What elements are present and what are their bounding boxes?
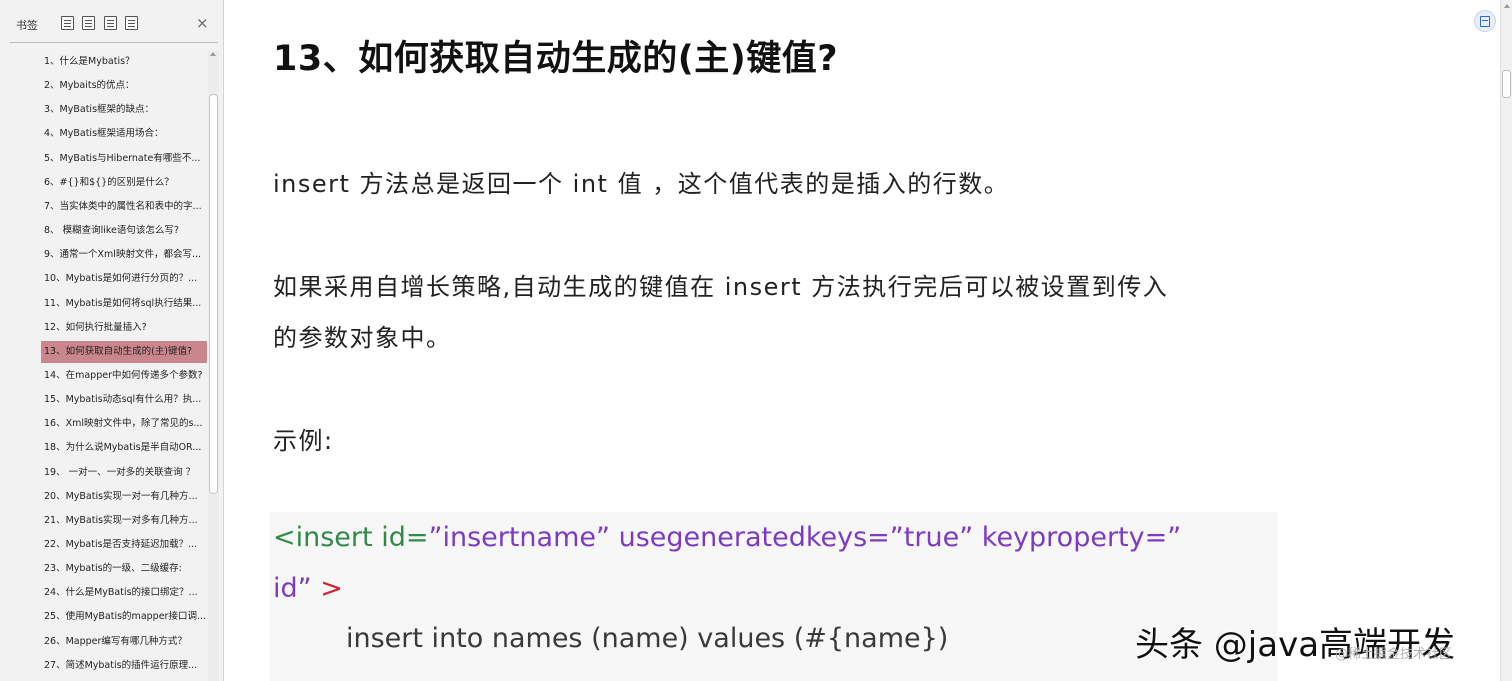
code-token-value-true: ”true” [889,522,974,553]
code-token-attr-keyproperty: keyproperty= [973,522,1168,553]
bookmark-item[interactable]: 15、Mybatis动态sql有什么用？执... [41,389,207,411]
bookmark-options-icon[interactable] [125,16,138,30]
document-tool-icon [1480,15,1490,27]
bookmark-item[interactable]: 19、 一对一、一对多的关联查询 ？ [41,462,207,484]
collapse-all-icon[interactable] [82,16,95,30]
bookmark-panel-divider [10,42,218,43]
bookmark-item[interactable]: 11、Mybatis是如何将sql执行结果... [41,293,207,315]
document-scrollbar-thumb[interactable] [1502,70,1511,98]
bookmark-item[interactable]: 24、什么是MyBatis的接口绑定？... [41,582,207,604]
scroll-up-arrow-icon[interactable] [1504,4,1510,8]
close-icon[interactable]: × [196,14,209,32]
bookmark-item[interactable]: 14、在mapper中如何传递多个参数? [41,365,207,387]
paragraph-return-value: insert 方法总是返回一个 int 值 ，这个值代表的是插入的行数。 [273,170,1010,198]
bookmark-item[interactable]: 1、什么是Mybatis？ [41,51,207,73]
bookmark-item-active[interactable]: 13、如何获取自动生成的(主)键值? [41,340,207,363]
code-token-value-id-close: id” [273,573,312,604]
bookmark-item[interactable]: 23、Mybatis的一级、二级缓存: [41,558,207,580]
scroll-up-arrow-icon[interactable] [210,52,216,56]
document-scrollbar[interactable] [1500,0,1512,681]
bookmark-scrollbar-thumb[interactable] [209,94,218,494]
code-token-value-id: ”insertname” [428,522,610,553]
code-token-value-open: ” [1167,522,1182,553]
bookmark-item[interactable]: 25、使用MyBatis的mapper接口调... [41,606,207,628]
bookmark-item[interactable]: 10、Mybatis是如何进行分页的？... [41,268,207,290]
watermark-sub: @稀土掘金技术社区 [1335,647,1453,662]
bookmark-panel: 书签 × 1、什么是Mybatis？ 2、Mybaits的优点： 3、MyBatis… [0,0,224,681]
code-token-tag: <insert [273,522,373,553]
bookmark-item[interactable]: 3、MyBatis框架的缺点： [41,99,207,121]
page-title: 13、如何获取自动生成的(主)键值? [273,39,839,79]
bookmark-item[interactable]: 4、MyBatis框架适用场合： [41,123,207,145]
code-line-2: id” > [273,573,343,604]
code-token-attr-id: id= [372,522,429,553]
bookmark-item[interactable]: 5、MyBatis与Hibernate有哪些不... [41,148,207,170]
bookmark-item[interactable]: 21、MyBatis实现一对多有几种方... [41,510,207,532]
bookmark-item[interactable]: 9、通常一个Xml映射文件，都会写... [41,244,207,266]
code-token-sql: insert into names (name) values (#{name}… [346,623,949,654]
paragraph-auto-increment-line1: 如果采用自增长策略,自动生成的键值在 insert 方法执行完后可以被设置到传入 [273,273,1169,301]
bookmark-panel-header: 书签 × [0,0,224,44]
bookmark-item[interactable]: 2、Mybaits的优点： [41,75,207,97]
example-label: 示例: [273,427,334,455]
bookmark-item[interactable]: 7、当实体类中的属性名和表中的字... [41,196,207,218]
code-token-tag-close: > [311,573,343,604]
bookmark-item[interactable]: 20、MyBatis实现一对一有几种方... [41,486,207,508]
add-bookmark-icon[interactable] [104,16,117,30]
bookmark-panel-title: 书签 [16,19,38,32]
paragraph-auto-increment-line2: 的参数对象中。 [273,324,452,352]
bookmark-item[interactable]: 16、Xml映射文件中，除了常见的s... [41,413,207,435]
code-line-1: <insert id=”insertname” usegeneratedkeys… [273,522,1181,553]
bookmark-item[interactable]: 22、Mybatis是否支持延迟加载？... [41,534,207,556]
bookmark-item[interactable]: 6、#{}和${}的区别是什么？ [41,172,207,194]
expand-all-icon[interactable] [61,16,74,30]
code-token-attr-usegeneratedkeys: usegeneratedkeys= [610,522,890,553]
bookmark-item[interactable]: 12、如何执行批量插入? [41,317,207,339]
bookmark-item[interactable]: 27、简述Mybatis的插件运行原理... [41,655,207,677]
document-tool-button[interactable] [1474,10,1496,32]
bookmark-scrollbar[interactable] [208,50,219,681]
bookmark-item[interactable]: 26、Mapper编写有哪几种方式？ [41,631,207,653]
bookmark-item[interactable]: 18、为什么说Mybatis是半自动OR... [41,437,207,459]
code-line-3: insert into names (name) values (#{name}… [346,623,948,654]
bookmark-item[interactable]: 8、 模糊查询like语句该怎么写? [41,220,207,242]
